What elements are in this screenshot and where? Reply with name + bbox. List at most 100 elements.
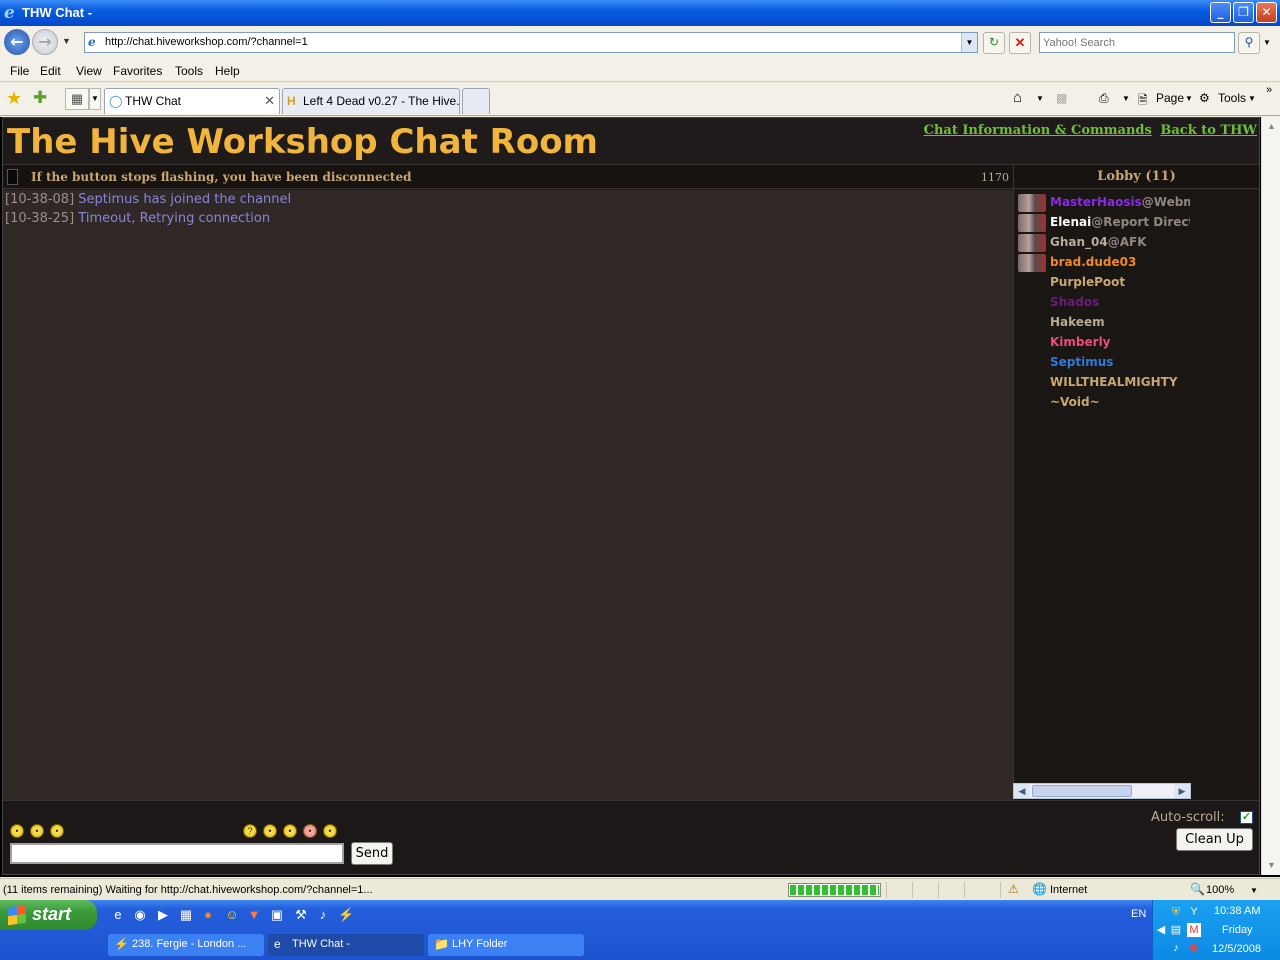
back-button[interactable]: ← [4,29,30,55]
scroll-left-icon[interactable]: ◀ [1014,784,1030,798]
smiley-grin-icon[interactable]: • [10,824,24,838]
home-dropdown-icon[interactable]: ▼ [1036,94,1044,103]
zoom-dropdown-icon[interactable]: ▼ [1250,886,1258,895]
quicklaunch-ie2-icon[interactable]: ◉ [132,907,148,923]
user-list-item[interactable]: Ghan_04@AFK [1050,235,1190,255]
close-button[interactable]: ✕ [1256,2,1277,23]
quicklaunch-tool-icon[interactable]: ⚒ [293,907,309,923]
cleanup-button[interactable]: Clean Up [1176,828,1253,851]
smiley-cool-icon[interactable]: • [50,824,64,838]
scroll-down-icon[interactable]: ▼ [1264,858,1279,873]
menu-help[interactable]: Help [215,64,240,78]
user-list-item[interactable]: PurplePoot [1050,275,1190,295]
page-scrollbar[interactable]: ▲ ▼ [1261,117,1280,875]
security-shield-icon[interactable]: ⛨ [1169,905,1183,919]
user-list-item[interactable]: Septimus [1050,355,1190,375]
quicklaunch-volume-icon[interactable]: ♪ [315,907,331,923]
address-dropdown-icon[interactable]: ▼ [961,33,977,52]
home-icon[interactable]: ⌂ [1013,89,1022,106]
scroll-thumb[interactable] [1032,785,1132,797]
search-options-dropdown-icon[interactable]: ▼ [1263,38,1271,47]
user-list-item[interactable]: MasterHaosis@Webma [1050,195,1190,215]
menu-edit[interactable]: Edit [40,64,61,78]
menu-tools[interactable]: Tools [175,64,203,78]
quicklaunch-download-icon[interactable]: ▼ [246,907,262,923]
quicklaunch-messenger-icon[interactable]: ☺ [224,907,240,923]
page-menu[interactable]: Page [1156,91,1184,105]
connection-indicator[interactable] [7,169,18,185]
tools-dropdown-icon[interactable]: ▼ [1248,94,1256,103]
speaker-icon[interactable]: ♪ [1169,941,1183,955]
print-dropdown-icon[interactable]: ▼ [1122,94,1130,103]
task-thw-chat[interactable]: e THW Chat - [268,934,424,956]
chat-input[interactable] [10,843,344,864]
quicklaunch-firefox-icon[interactable]: ● [200,907,216,923]
user-list-item[interactable]: Shados [1050,295,1190,315]
tab-list-dropdown-icon[interactable]: ▼ [89,88,101,110]
new-tab-button[interactable] [462,88,490,114]
menu-view[interactable]: View [76,64,102,78]
language-indicator[interactable]: EN [1131,908,1146,920]
print-icon[interactable]: ⎙ [1099,91,1109,106]
tab-close-icon[interactable]: ✕ [264,93,275,109]
nav-history-dropdown-icon[interactable]: ▼ [62,36,71,46]
task-lhy-folder[interactable]: 📁 LHY Folder [428,934,584,956]
quicklaunch-media-icon[interactable]: ▶ [155,907,171,923]
page-dropdown-icon[interactable]: ▼ [1185,94,1193,103]
user-list-item[interactable]: WILLTHEALMIGHTY [1050,375,1190,395]
user-list-scrollbar[interactable]: ◀ ▶ [1013,783,1191,799]
tray-collapse-icon[interactable]: ◀ [1154,923,1168,937]
favorites-star-icon[interactable]: ★ [6,88,22,109]
antivirus-icon[interactable]: ◉ [1187,941,1201,955]
stop-button[interactable]: ✕ [1009,32,1031,54]
tab-left4dead[interactable]: H Left 4 Dead v0.27 - The Hive... [282,88,460,114]
user-list-item[interactable]: Kimberly [1050,335,1190,355]
smiley-laugh-icon[interactable]: • [263,824,277,838]
menu-file[interactable]: File [10,64,29,78]
quicklaunch-monitor-icon[interactable]: ▣ [269,907,285,923]
user-list-item[interactable]: brad.dude03 [1050,255,1190,275]
quicklaunch-winamp-icon[interactable]: ⚡ [338,907,354,923]
refresh-button[interactable]: ↻ [983,32,1005,54]
tools-menu[interactable]: Tools [1218,91,1246,105]
maximize-button[interactable]: ❐ [1233,2,1254,23]
popup-blocked-icon[interactable]: ⚠ [1008,882,1019,896]
task-fergie[interactable]: ⚡ 238. Fergie - London ... [108,934,264,956]
address-field[interactable]: e http://chat.hiveworkshop.com/?channel=… [84,32,978,53]
back-to-thw-link[interactable]: Back to THW [1160,123,1257,138]
feeds-icon[interactable]: ▩ [1056,91,1067,105]
toolbar-overflow-icon[interactable]: » [1266,84,1272,96]
quicklaunch-ie-icon[interactable]: e [110,907,126,923]
page-menu-icon[interactable]: 🗎 [1138,91,1148,112]
gmail-icon[interactable]: M [1187,923,1201,937]
search-input[interactable] [1043,33,1233,52]
tab-thw-chat[interactable]: ◯ THW Chat ✕ [104,88,280,114]
user-list-item[interactable]: ~Void~ [1050,395,1190,415]
network-icon[interactable]: ▤ [1169,923,1183,937]
menu-favorites[interactable]: Favorites [113,64,162,78]
quick-tabs-icon[interactable]: ▦ [65,88,89,110]
search-icon[interactable]: ⚲ [1238,32,1260,54]
smiley-smile-icon[interactable]: • [30,824,44,838]
search-field[interactable] [1039,32,1235,53]
quicklaunch-film-icon[interactable]: ▦ [178,907,194,923]
start-button[interactable]: start [0,900,97,930]
zoom-level[interactable]: 100% [1206,884,1234,896]
window-titlebar[interactable]: e THW Chat - _ ❐ ✕ [0,0,1280,26]
smiley-happy-icon[interactable]: • [283,824,297,838]
user-list-item[interactable]: Elenai@Report Directo [1050,215,1190,235]
smiley-sad-icon[interactable]: • [323,824,337,838]
clock-time[interactable]: 10:38 AM [1214,905,1260,917]
scroll-right-icon[interactable]: ▶ [1174,784,1190,798]
url-text[interactable]: http://chat.hiveworkshop.com/?channel=1 [105,36,308,48]
yahoo-icon[interactable]: Y [1187,905,1201,919]
tools-gear-icon[interactable]: ⚙ [1199,91,1210,105]
smiley-question-icon[interactable]: ? [243,824,257,838]
user-list-item[interactable]: Hakeem [1050,315,1190,335]
zoom-icon[interactable]: 🔍 [1190,882,1205,896]
chat-info-link[interactable]: Chat Information & Commands [924,123,1152,138]
add-favorite-icon[interactable]: ✚ [33,88,47,108]
smiley-blush-icon[interactable]: • [303,824,317,838]
scroll-up-icon[interactable]: ▲ [1264,119,1279,134]
autoscroll-checkbox[interactable]: ✓ [1240,811,1253,824]
